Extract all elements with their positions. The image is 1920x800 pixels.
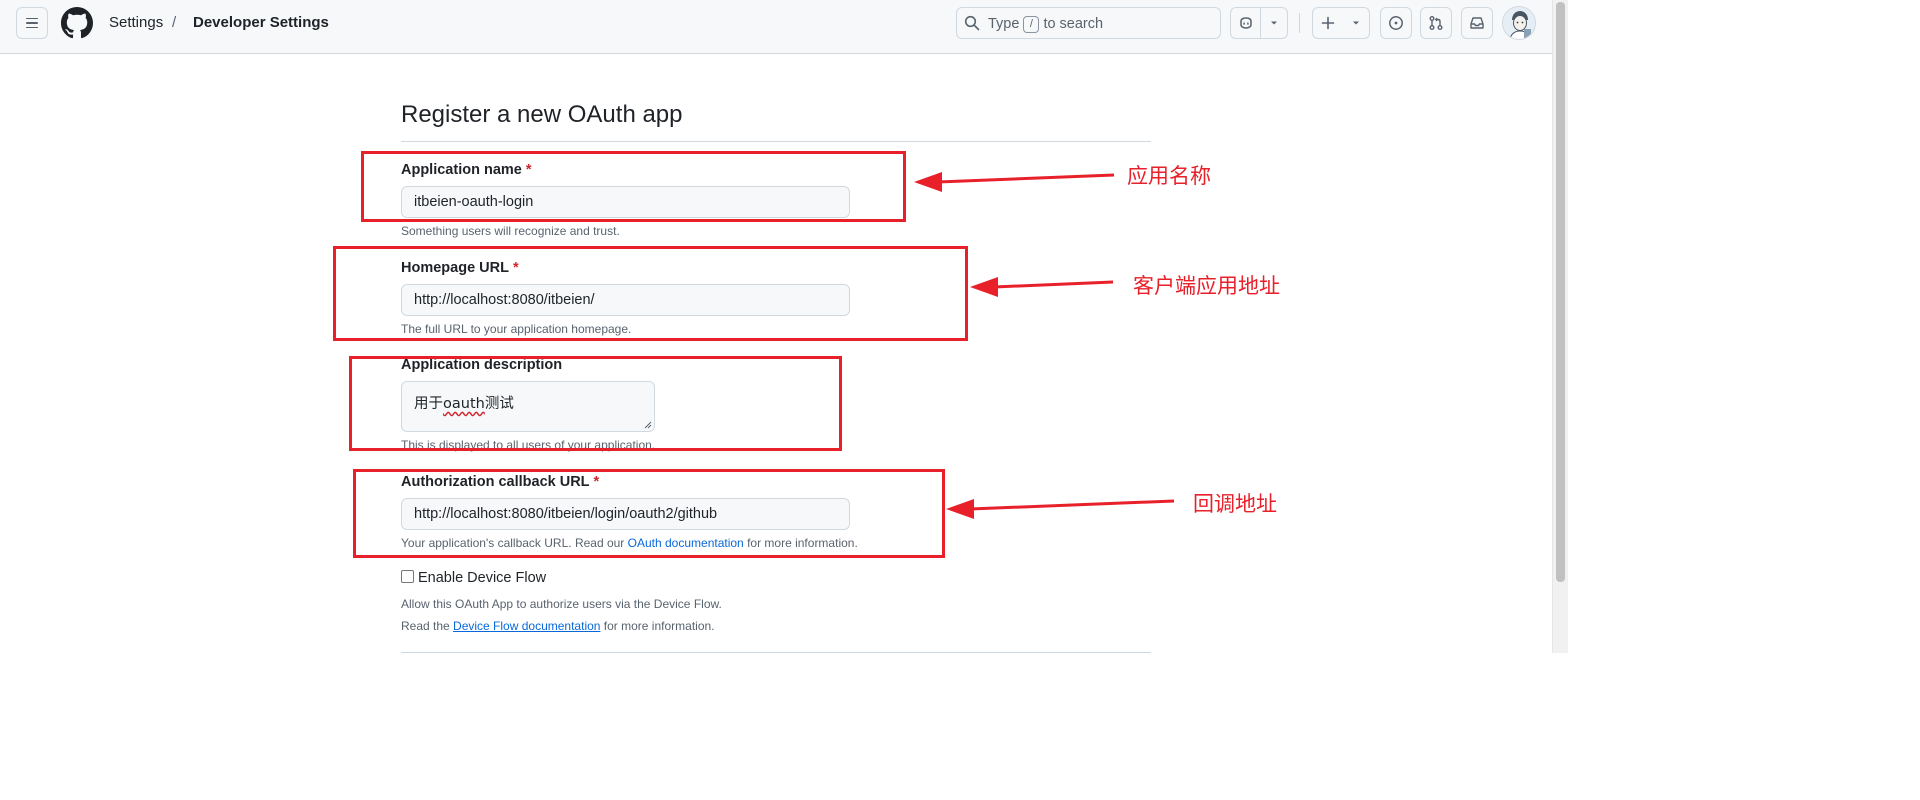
search-input[interactable]: Type / to search — [956, 7, 1221, 39]
breadcrumb-settings[interactable]: Settings — [109, 14, 163, 32]
annotation-label-callback: 回调地址 — [1193, 492, 1277, 516]
chevron-down-icon — [1271, 21, 1278, 25]
issues-button[interactable] — [1380, 7, 1412, 39]
device-flow-doc-note: Read the Device Flow documentation for m… — [401, 619, 715, 634]
copilot-button-group — [1230, 7, 1288, 39]
device-flow-note: Allow this OAuth App to authorize users … — [401, 597, 722, 611]
device-flow-documentation-link[interactable]: Device Flow documentation — [453, 619, 600, 633]
issues-icon — [1389, 16, 1403, 30]
annotation-box-homepage — [333, 246, 968, 341]
enable-device-flow-checkbox[interactable] — [401, 570, 414, 583]
pull-requests-button[interactable] — [1420, 7, 1452, 39]
create-new-button[interactable] — [1312, 7, 1370, 39]
annotation-label-homepage: 客户端应用地址 — [1133, 274, 1280, 298]
avatar[interactable] — [1502, 6, 1536, 40]
search-placeholder: Type / to search — [988, 15, 1103, 33]
device-flow-doc-text-end: for more information. — [603, 619, 715, 633]
github-logo-icon[interactable] — [61, 7, 93, 39]
app-name-note: Something users will recognize and trust… — [401, 224, 620, 238]
device-flow-doc-text: Read the — [401, 619, 450, 633]
pull-request-icon — [1429, 16, 1443, 30]
annotation-arrow-callback — [946, 499, 1175, 519]
form-divider — [401, 652, 1151, 653]
chevron-down-icon — [1353, 21, 1360, 25]
search-prefix: Type — [988, 16, 1020, 32]
header-divider — [1299, 13, 1300, 33]
page-scrollbar[interactable] — [1552, 0, 1568, 653]
inbox-icon — [1470, 17, 1484, 29]
enable-device-flow-label[interactable]: Enable Device Flow — [418, 569, 546, 587]
annotation-arrow-app-name — [914, 172, 1115, 192]
plus-icon — [1322, 16, 1335, 30]
scrollbar-thumb[interactable] — [1556, 2, 1565, 582]
hamburger-icon[interactable] — [16, 7, 48, 39]
inbox-button[interactable] — [1461, 7, 1493, 39]
annotation-box-callback — [353, 469, 945, 558]
search-suffix: to search — [1043, 16, 1104, 32]
breadcrumb-separator: / — [172, 14, 177, 31]
plus-button[interactable] — [1313, 8, 1344, 38]
annotation-box-description — [349, 356, 842, 451]
page-title: Register a new OAuth app — [401, 101, 683, 128]
create-menu-button[interactable] — [1344, 8, 1369, 38]
breadcrumb-developer-settings[interactable]: Developer Settings — [193, 14, 329, 32]
copilot-menu-button[interactable] — [1261, 8, 1287, 38]
annotation-box-app-name — [361, 151, 906, 222]
copilot-icon — [1239, 17, 1252, 29]
annotation-label-app-name: 应用名称 — [1127, 164, 1211, 188]
title-divider — [401, 141, 1151, 142]
avatar-image — [1503, 7, 1535, 39]
search-shortcut-key: / — [1023, 15, 1040, 33]
search-icon — [964, 15, 980, 31]
annotation-arrow-homepage — [970, 277, 1114, 297]
global-header: Settings / Developer Settings Type / to … — [0, 0, 1552, 54]
copilot-button[interactable] — [1231, 8, 1262, 38]
